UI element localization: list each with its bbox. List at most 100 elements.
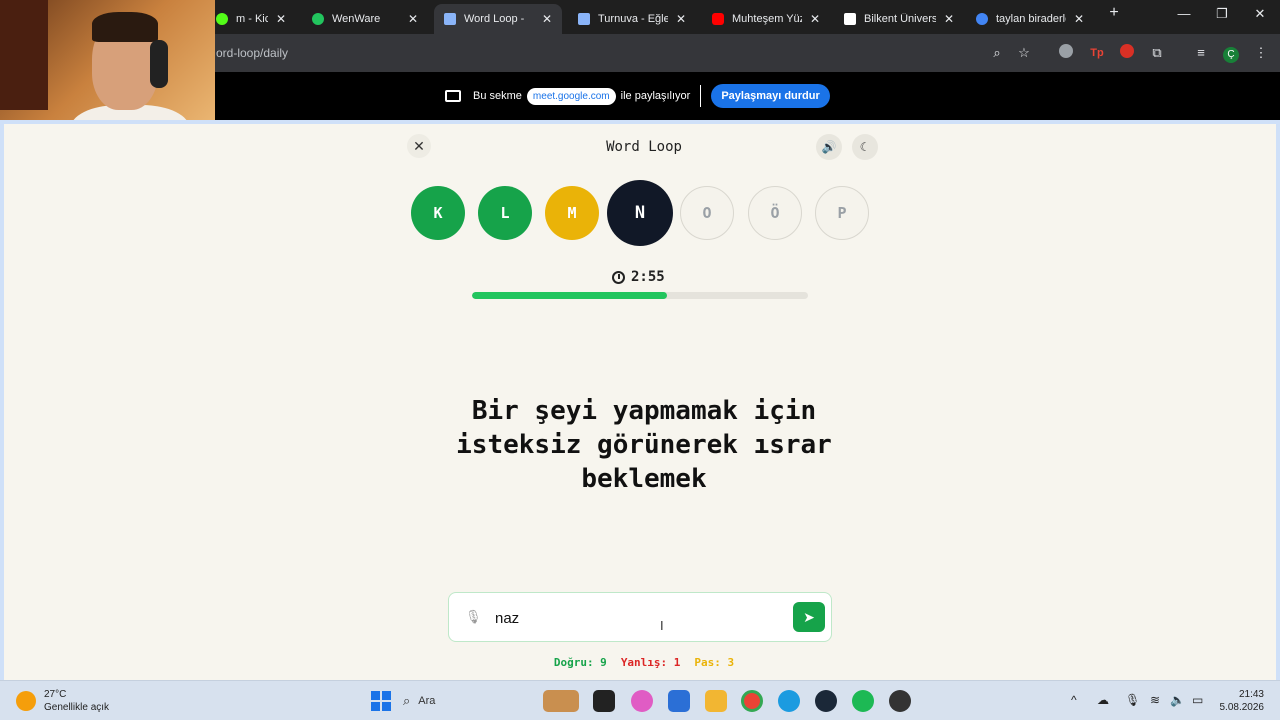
tab-title: Bilkent Üniversit — [864, 13, 936, 25]
bookmark-star-icon[interactable]: ☆ — [1015, 44, 1033, 62]
google-icon — [976, 13, 988, 25]
microphone-tray-icon[interactable]: 🎙 — [1125, 693, 1140, 707]
letter-circle-m: M — [545, 186, 599, 240]
wifi-icon[interactable]: ≋ — [1150, 693, 1160, 707]
dark-mode-icon[interactable]: ☾ — [852, 134, 878, 160]
weather-temp: 27°C — [44, 689, 67, 700]
tab-title: Turnuva - Eğlenc — [598, 13, 668, 25]
send-button[interactable]: ➤ — [793, 602, 825, 632]
close-tab-icon[interactable]: ✕ — [676, 12, 686, 26]
close-window-button[interactable]: ✕ — [1242, 6, 1278, 22]
sun-icon — [16, 691, 36, 711]
bilkent-icon — [844, 13, 856, 25]
game-page: ✕ Word Loop 🔊 ☾ K L M N O Ö P 2:55 Bir ş… — [0, 120, 1280, 680]
share-suffix: ile paylaşılıyor — [620, 90, 691, 102]
extension-badge-icon[interactable] — [1118, 44, 1136, 62]
close-tab-icon[interactable]: ✕ — [542, 12, 552, 26]
weather-widget[interactable]: 27°C Genellikle açık — [16, 688, 109, 714]
chevron-up-icon[interactable]: ^ — [1071, 693, 1077, 707]
system-clock[interactable]: 21:43 5.08.2026 — [1220, 688, 1265, 714]
tab-title: Muhteşem Yüzy — [732, 13, 802, 25]
steam-icon[interactable] — [815, 690, 837, 712]
close-tab-icon[interactable]: ✕ — [276, 12, 286, 26]
new-tab-button[interactable]: + — [1096, 4, 1132, 22]
webcam-person-hair — [92, 12, 158, 42]
close-tab-icon[interactable]: ✕ — [944, 12, 954, 26]
turnuva-icon — [578, 13, 590, 25]
battery-icon[interactable]: ▭ — [1192, 693, 1203, 707]
widgets-icon[interactable] — [543, 690, 579, 712]
file-explorer-icon[interactable] — [705, 690, 727, 712]
stop-sharing-button[interactable]: Paylaşmayı durdur — [711, 84, 830, 108]
clock-time: 21:43 — [1238, 689, 1264, 700]
kick-icon — [216, 13, 228, 25]
time-progress-fill — [472, 292, 667, 299]
profile-avatar[interactable]: Ç — [1222, 44, 1240, 63]
grammarly-icon[interactable] — [1057, 44, 1075, 62]
profile-initial: Ç — [1223, 47, 1239, 63]
close-tab-icon[interactable]: ✕ — [1074, 12, 1084, 26]
clock-date: 5.08.2026 — [1219, 702, 1265, 713]
search-label: Ara — [418, 695, 436, 707]
tab-turnuva[interactable]: Turnuva - Eğlenc ✕ — [568, 4, 696, 34]
close-tab-icon[interactable]: ✕ — [408, 12, 418, 26]
puzzle-icon[interactable]: ⧉ — [1148, 44, 1166, 62]
youtube-icon — [712, 13, 724, 25]
tab-wenware[interactable]: WenWare ✕ — [302, 4, 428, 34]
sound-toggle-icon[interactable]: 🔊 — [816, 134, 842, 160]
word-loop-icon — [444, 13, 456, 25]
obs-icon[interactable] — [889, 690, 911, 712]
restore-button[interactable]: ❐ — [1204, 6, 1240, 22]
minimize-button[interactable]: — — [1166, 6, 1202, 21]
letter-circle-o: O — [680, 186, 734, 240]
close-icon[interactable]: ✕ — [407, 134, 431, 158]
text-cursor-icon: I — [660, 618, 664, 633]
timer: 2:55 — [612, 269, 665, 285]
zoom-icon[interactable]: ⌕ — [988, 44, 1006, 62]
tab-bilkent[interactable]: Bilkent Üniversit ✕ — [834, 4, 964, 34]
webcam-poster — [0, 0, 48, 110]
taskbar-search[interactable]: ⌕ Ara — [403, 689, 533, 713]
webcam-headset — [150, 40, 168, 88]
volume-icon[interactable]: 🔈 — [1170, 693, 1185, 707]
tab-title: Word Loop - — [464, 13, 525, 25]
extension-tp-icon[interactable]: Tp — [1088, 44, 1106, 62]
answer-box: 🎙 ➤ — [448, 592, 832, 642]
media-control-icon[interactable]: ≡ — [1192, 44, 1210, 62]
chrome-icon[interactable] — [741, 690, 763, 712]
outlook-icon[interactable] — [668, 690, 690, 712]
letter-circle-p: P — [815, 186, 869, 240]
search-icon: ⌕ — [403, 693, 411, 708]
taskbar: 27°C Genellikle açık ⌕ Ara ^ ☁ 🎙 ≋ 🔈 ▭ 2… — [0, 680, 1280, 720]
close-tab-icon[interactable]: ✕ — [810, 12, 820, 26]
correct-count: Doğru: 9 — [553, 656, 607, 669]
tab-word-loop[interactable]: Word Loop - ✕ — [434, 4, 562, 34]
tab-title: taylan biraderler — [996, 13, 1066, 25]
menu-icon[interactable]: ⋮ — [1252, 44, 1270, 62]
clock-icon — [612, 270, 625, 284]
timer-value: 2:55 — [631, 269, 665, 285]
screen-share-icon — [445, 90, 461, 102]
spotify-icon[interactable] — [852, 690, 874, 712]
tab-title: m - Kick Da — [236, 13, 268, 25]
score-stats: Doğru: 9 Yanlış: 1 Pas: 3 — [534, 656, 754, 669]
tab-google[interactable]: taylan biraderler ✕ — [966, 4, 1094, 34]
copilot-icon[interactable] — [631, 690, 653, 712]
tab-title: WenWare — [332, 13, 381, 25]
answer-input[interactable] — [495, 605, 775, 631]
pass-count: Pas: 3 — [694, 656, 735, 669]
windows-start-icon[interactable] — [371, 691, 391, 711]
letter-circle-k: K — [411, 186, 465, 240]
cloud-icon[interactable]: ☁ — [1097, 693, 1109, 707]
time-progress-bar — [472, 292, 808, 299]
terminal-icon[interactable] — [593, 690, 615, 712]
tab-kick[interactable]: m - Kick Da ✕ — [206, 4, 296, 34]
clue-text: Bir şeyi yapmamak için isteksiz görünere… — [456, 396, 832, 494]
edge-icon[interactable] — [778, 690, 800, 712]
tab-youtube[interactable]: Muhteşem Yüzy ✕ — [702, 4, 830, 34]
letter-circle-o-umlaut: Ö — [748, 186, 802, 240]
share-domain: meet.google.com — [526, 87, 616, 105]
wenware-icon — [312, 13, 324, 25]
url-field[interactable]: ord-loop/daily — [216, 46, 288, 60]
microphone-icon[interactable]: 🎙 — [465, 609, 482, 627]
